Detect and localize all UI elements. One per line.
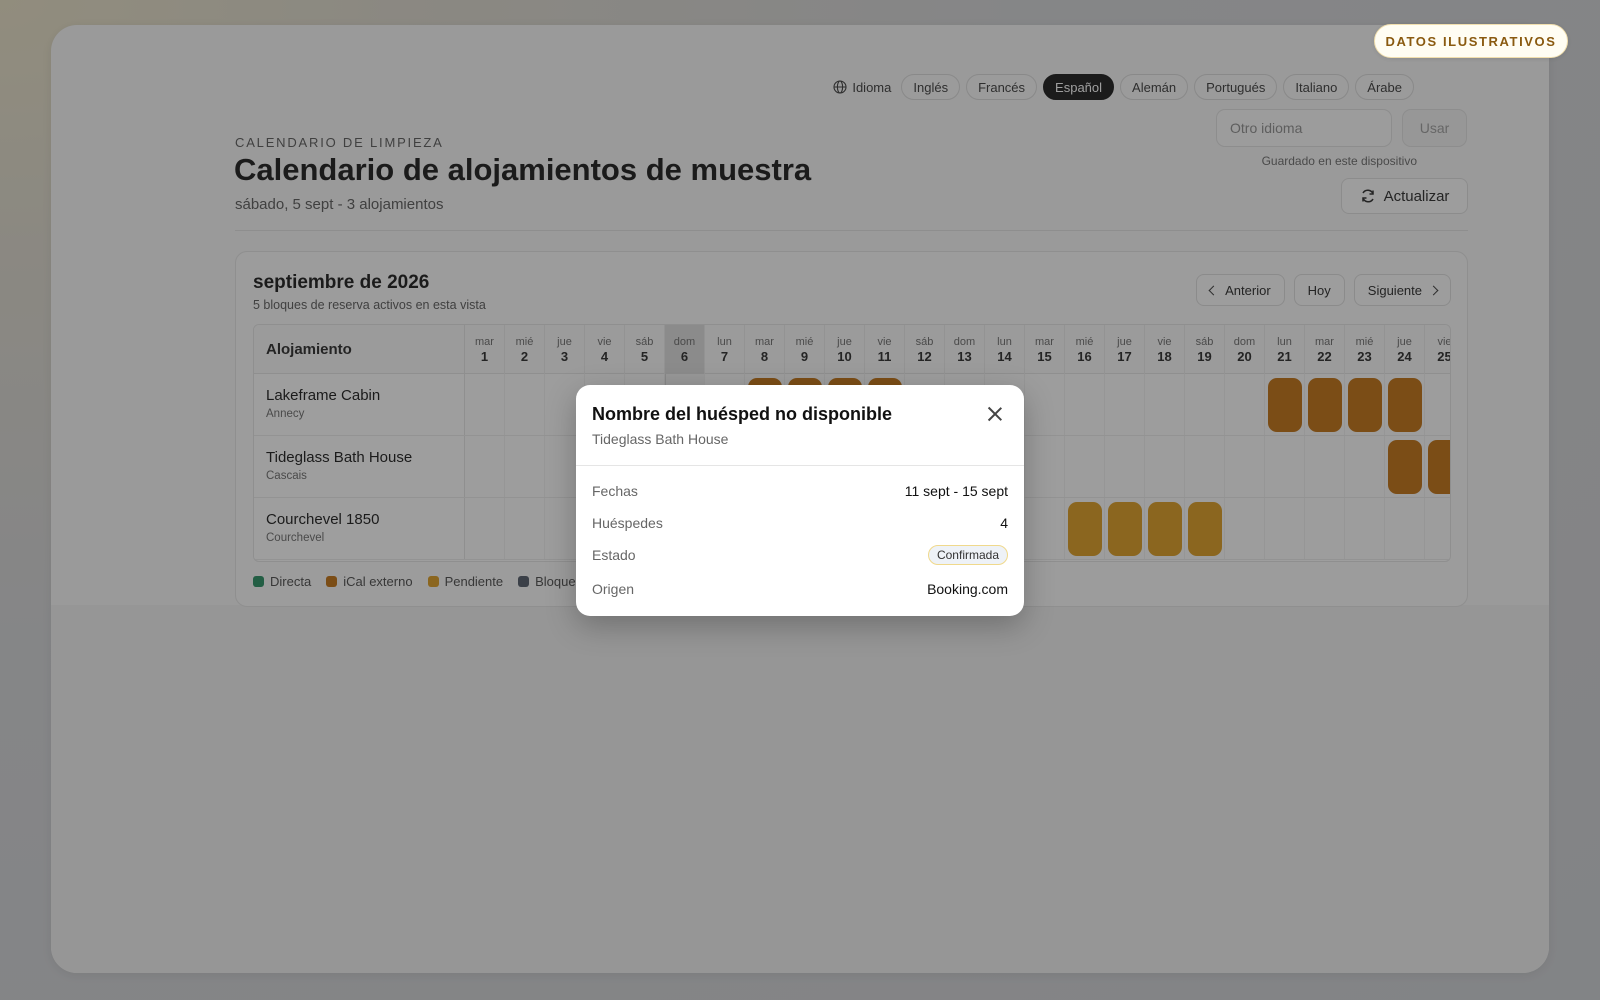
illustrative-data-badge: DATOS ILUSTRATIVOS — [1374, 24, 1568, 58]
detail-row-guests: Huéspedes 4 — [592, 515, 1008, 531]
status-badge: Confirmada — [927, 545, 1008, 565]
modal-title: Nombre del huésped no disponible — [592, 404, 893, 424]
booking-detail-modal: Nombre del huésped no disponible Tidegla… — [576, 385, 1024, 616]
detail-row-source: Origen Booking.com — [592, 581, 1008, 597]
modal-property: Tideglass Bath House — [592, 431, 729, 447]
detail-row-status: Estado Confirmada — [592, 544, 1008, 566]
detail-row-dates: Fechas 11 sept - 15 sept — [592, 483, 1008, 499]
close-icon[interactable] — [986, 405, 1004, 423]
